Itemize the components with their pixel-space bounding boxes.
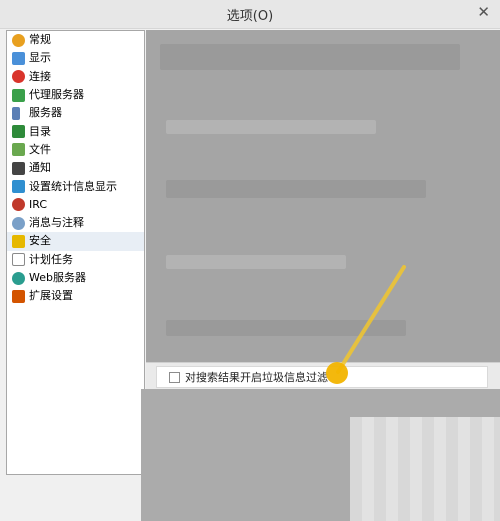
server-icon	[12, 106, 20, 120]
notification-icon	[12, 161, 25, 175]
sidebar-item-files[interactable]: 文件	[7, 141, 144, 159]
statistics-icon	[12, 180, 25, 194]
sidebar-item-general[interactable]: 常规	[7, 31, 144, 49]
web-icon	[12, 271, 25, 285]
blurred-region	[166, 120, 376, 134]
blurred-region	[166, 320, 406, 336]
sidebar-item-scheduler[interactable]: 计划任务	[7, 251, 144, 269]
folder-icon	[12, 125, 25, 139]
dialog-footer-left	[0, 475, 141, 521]
spam-filter-checkbox[interactable]	[169, 371, 180, 383]
sidebar-item-extensions[interactable]: 扩展设置	[7, 287, 144, 305]
blurred-region	[166, 255, 346, 269]
sidebar-item-messages[interactable]: 消息与注释	[7, 214, 144, 232]
sidebar-item-notification[interactable]: 通知	[7, 159, 144, 177]
window-titlebar: 选项(O) ✕	[0, 0, 500, 29]
blurred-region	[160, 44, 460, 70]
close-icon[interactable]: ✕	[477, 3, 490, 21]
gear-icon	[12, 33, 25, 47]
proxy-icon	[12, 88, 25, 102]
security-settings-panel-blurred	[146, 30, 500, 370]
sidebar-item-server[interactable]: 服务器	[7, 104, 144, 122]
sidebar-item-connection[interactable]: 连接	[7, 68, 144, 86]
spam-filter-bar: 对搜索结果开启垃圾信息过滤	[146, 362, 500, 389]
display-icon	[12, 51, 25, 65]
sidebar-item-irc[interactable]: IRC	[7, 196, 144, 214]
sidebar-item-directory[interactable]: 目录	[7, 122, 144, 140]
spam-filter-option[interactable]: 对搜索结果开启垃圾信息过滤	[156, 366, 488, 388]
connection-icon	[12, 70, 25, 84]
file-icon	[12, 143, 25, 157]
blurred-lower-region	[141, 389, 500, 521]
window-title: 选项(O)	[226, 9, 274, 24]
options-category-tree[interactable]: 常规 显示 连接 代理服务器 服务器 目录 文件 通知 设置统计信息显示 IRC…	[6, 30, 145, 475]
sidebar-item-security[interactable]: 安全	[7, 232, 144, 251]
sidebar-item-webserver[interactable]: Web服务器	[7, 269, 144, 287]
spam-filter-label: 对搜索结果开启垃圾信息过滤	[185, 371, 328, 384]
schedule-icon	[12, 253, 25, 267]
message-icon	[12, 216, 25, 230]
lock-icon	[12, 234, 25, 248]
sidebar-item-proxy[interactable]: 代理服务器	[7, 86, 144, 104]
sidebar-item-display[interactable]: 显示	[7, 49, 144, 67]
blurred-region	[166, 180, 426, 198]
sidebar-item-statistics[interactable]: 设置统计信息显示	[7, 177, 144, 195]
irc-icon	[12, 198, 25, 212]
pixelated-region	[350, 417, 500, 521]
extension-icon	[12, 289, 25, 303]
